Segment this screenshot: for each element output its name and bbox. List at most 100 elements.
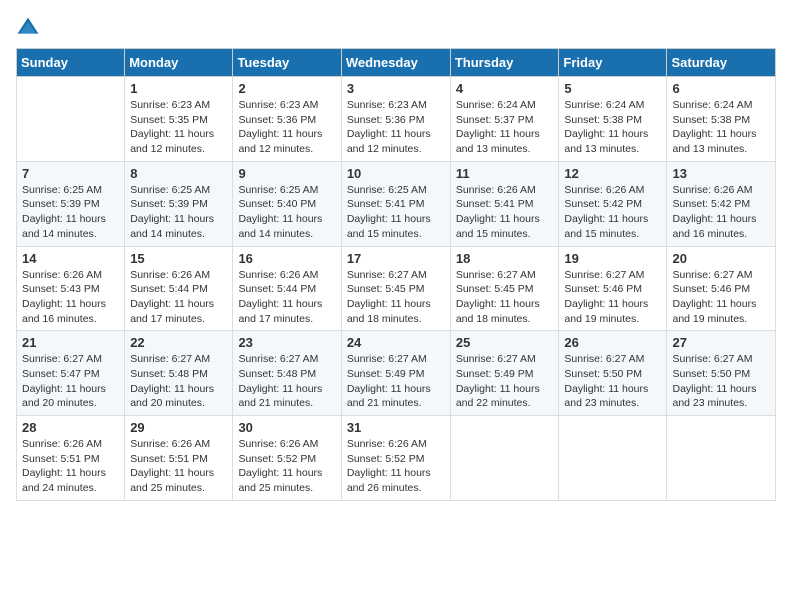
calendar-cell: 15 Sunrise: 6:26 AMSunset: 5:44 PMDayligh…: [125, 246, 233, 331]
calendar-cell: 3 Sunrise: 6:23 AMSunset: 5:36 PMDaylight…: [341, 77, 450, 162]
calendar-week-1: 1 Sunrise: 6:23 AMSunset: 5:35 PMDaylight…: [17, 77, 776, 162]
calendar-cell: 29Sunrise: 6:26 AMSunset: 5:51 PMDayligh…: [125, 416, 233, 501]
cell-info: Sunrise: 6:27 AMSunset: 5:46 PMDaylight:…: [672, 268, 770, 327]
calendar-body: 1 Sunrise: 6:23 AMSunset: 5:35 PMDaylight…: [17, 77, 776, 501]
calendar-week-5: 28 Sunrise: 6:26 AMSunset: 5:51 PMDayligh…: [17, 416, 776, 501]
day-number: 1: [130, 81, 227, 96]
cell-info: Sunrise: 6:23 AMSunset: 5:36 PMDaylight:…: [347, 98, 445, 157]
weekday-header-wednesday: Wednesday: [341, 49, 450, 77]
cell-info: Sunrise: 6:26 AMSunset: 5:44 PMDaylight:…: [238, 268, 335, 327]
calendar-cell: 8Sunrise: 6:25 AMSunset: 5:39 PMDaylight…: [125, 161, 233, 246]
cell-info: Sunrise: 6:27 AMSunset: 5:50 PMDaylight:…: [672, 352, 770, 411]
day-number: 6: [672, 81, 770, 96]
weekday-header-friday: Friday: [559, 49, 667, 77]
calendar-cell: 26Sunrise: 6:27 AMSunset: 5:50 PMDayligh…: [559, 331, 667, 416]
calendar-cell: [17, 77, 125, 162]
cell-info: Sunrise: 6:27 AMSunset: 5:48 PMDaylight:…: [238, 352, 335, 411]
calendar-week-2: 7 Sunrise: 6:25 AMSunset: 5:39 PMDaylight…: [17, 161, 776, 246]
calendar-cell: 2Sunrise: 6:23 AMSunset: 5:36 PMDaylight…: [233, 77, 341, 162]
day-number: 4: [456, 81, 554, 96]
calendar-cell: 4 Sunrise: 6:24 AMSunset: 5:37 PMDaylight…: [450, 77, 559, 162]
day-number: 3: [347, 81, 445, 96]
calendar-cell: 21 Sunrise: 6:27 AMSunset: 5:47 PMDayligh…: [17, 331, 125, 416]
calendar-cell: 5Sunrise: 6:24 AMSunset: 5:38 PMDaylight…: [559, 77, 667, 162]
day-number: 24: [347, 335, 445, 350]
calendar-cell: [559, 416, 667, 501]
day-number: 28: [22, 420, 119, 435]
cell-info: Sunrise: 6:25 AMSunset: 5:39 PMDaylight:…: [22, 183, 119, 242]
calendar-table: SundayMondayTuesdayWednesdayThursdayFrid…: [16, 48, 776, 501]
calendar-week-4: 21 Sunrise: 6:27 AMSunset: 5:47 PMDayligh…: [17, 331, 776, 416]
calendar-cell: 25 Sunrise: 6:27 AMSunset: 5:49 PMDayligh…: [450, 331, 559, 416]
weekday-header-thursday: Thursday: [450, 49, 559, 77]
cell-info: Sunrise: 6:27 AMSunset: 5:47 PMDaylight:…: [22, 352, 119, 411]
weekday-header-row: SundayMondayTuesdayWednesdayThursdayFrid…: [17, 49, 776, 77]
day-number: 19: [564, 251, 661, 266]
calendar-cell: 24 Sunrise: 6:27 AMSunset: 5:49 PMDayligh…: [341, 331, 450, 416]
cell-info: Sunrise: 6:27 AMSunset: 5:49 PMDaylight:…: [456, 352, 554, 411]
cell-info: Sunrise: 6:26 AMSunset: 5:51 PMDaylight:…: [22, 437, 119, 496]
day-number: 18: [456, 251, 554, 266]
day-number: 17: [347, 251, 445, 266]
day-number: 15: [130, 251, 227, 266]
calendar-cell: 11 Sunrise: 6:26 AMSunset: 5:41 PMDayligh…: [450, 161, 559, 246]
day-number: 7: [22, 166, 119, 181]
day-number: 2: [238, 81, 335, 96]
calendar-cell: 7 Sunrise: 6:25 AMSunset: 5:39 PMDaylight…: [17, 161, 125, 246]
calendar-cell: 28 Sunrise: 6:26 AMSunset: 5:51 PMDayligh…: [17, 416, 125, 501]
cell-info: Sunrise: 6:24 AMSunset: 5:38 PMDaylight:…: [564, 98, 661, 157]
cell-info: Sunrise: 6:27 AMSunset: 5:48 PMDaylight:…: [130, 352, 227, 411]
cell-info: Sunrise: 6:26 AMSunset: 5:52 PMDaylight:…: [347, 437, 445, 496]
calendar-cell: 6 Sunrise: 6:24 AMSunset: 5:38 PMDaylight…: [667, 77, 776, 162]
calendar-cell: 27Sunrise: 6:27 AMSunset: 5:50 PMDayligh…: [667, 331, 776, 416]
calendar-cell: 1 Sunrise: 6:23 AMSunset: 5:35 PMDaylight…: [125, 77, 233, 162]
calendar-cell: 16 Sunrise: 6:26 AMSunset: 5:44 PMDayligh…: [233, 246, 341, 331]
day-number: 20: [672, 251, 770, 266]
cell-info: Sunrise: 6:27 AMSunset: 5:45 PMDaylight:…: [347, 268, 445, 327]
weekday-header-tuesday: Tuesday: [233, 49, 341, 77]
day-number: 21: [22, 335, 119, 350]
calendar-cell: 17 Sunrise: 6:27 AMSunset: 5:45 PMDayligh…: [341, 246, 450, 331]
calendar-cell: [667, 416, 776, 501]
day-number: 8: [130, 166, 227, 181]
calendar-cell: 13Sunrise: 6:26 AMSunset: 5:42 PMDayligh…: [667, 161, 776, 246]
cell-info: Sunrise: 6:26 AMSunset: 5:41 PMDaylight:…: [456, 183, 554, 242]
day-number: 14: [22, 251, 119, 266]
calendar-cell: 23 Sunrise: 6:27 AMSunset: 5:48 PMDayligh…: [233, 331, 341, 416]
day-number: 9: [238, 166, 335, 181]
cell-info: Sunrise: 6:27 AMSunset: 5:45 PMDaylight:…: [456, 268, 554, 327]
day-number: 31: [347, 420, 445, 435]
day-number: 12: [564, 166, 661, 181]
day-number: 30: [238, 420, 335, 435]
cell-info: Sunrise: 6:25 AMSunset: 5:40 PMDaylight:…: [238, 183, 335, 242]
day-number: 25: [456, 335, 554, 350]
logo-icon: [16, 16, 40, 40]
calendar-week-3: 14Sunrise: 6:26 AMSunset: 5:43 PMDayligh…: [17, 246, 776, 331]
logo: [16, 16, 44, 40]
cell-info: Sunrise: 6:26 AMSunset: 5:44 PMDaylight:…: [130, 268, 227, 327]
cell-info: Sunrise: 6:26 AMSunset: 5:42 PMDaylight:…: [564, 183, 661, 242]
calendar-cell: 14Sunrise: 6:26 AMSunset: 5:43 PMDayligh…: [17, 246, 125, 331]
weekday-header-saturday: Saturday: [667, 49, 776, 77]
day-number: 23: [238, 335, 335, 350]
cell-info: Sunrise: 6:26 AMSunset: 5:52 PMDaylight:…: [238, 437, 335, 496]
calendar-cell: 9 Sunrise: 6:25 AMSunset: 5:40 PMDaylight…: [233, 161, 341, 246]
calendar-cell: 19Sunrise: 6:27 AMSunset: 5:46 PMDayligh…: [559, 246, 667, 331]
day-number: 10: [347, 166, 445, 181]
calendar-cell: 18 Sunrise: 6:27 AMSunset: 5:45 PMDayligh…: [450, 246, 559, 331]
calendar-cell: [450, 416, 559, 501]
day-number: 29: [130, 420, 227, 435]
calendar-cell: 30 Sunrise: 6:26 AMSunset: 5:52 PMDayligh…: [233, 416, 341, 501]
cell-info: Sunrise: 6:27 AMSunset: 5:49 PMDaylight:…: [347, 352, 445, 411]
cell-info: Sunrise: 6:24 AMSunset: 5:37 PMDaylight:…: [456, 98, 554, 157]
day-number: 26: [564, 335, 661, 350]
calendar-cell: 20 Sunrise: 6:27 AMSunset: 5:46 PMDayligh…: [667, 246, 776, 331]
day-number: 16: [238, 251, 335, 266]
cell-info: Sunrise: 6:23 AMSunset: 5:35 PMDaylight:…: [130, 98, 227, 157]
day-number: 11: [456, 166, 554, 181]
cell-info: Sunrise: 6:24 AMSunset: 5:38 PMDaylight:…: [672, 98, 770, 157]
weekday-header-monday: Monday: [125, 49, 233, 77]
calendar-cell: 22Sunrise: 6:27 AMSunset: 5:48 PMDayligh…: [125, 331, 233, 416]
calendar-cell: 31 Sunrise: 6:26 AMSunset: 5:52 PMDayligh…: [341, 416, 450, 501]
calendar-header: SundayMondayTuesdayWednesdayThursdayFrid…: [17, 49, 776, 77]
